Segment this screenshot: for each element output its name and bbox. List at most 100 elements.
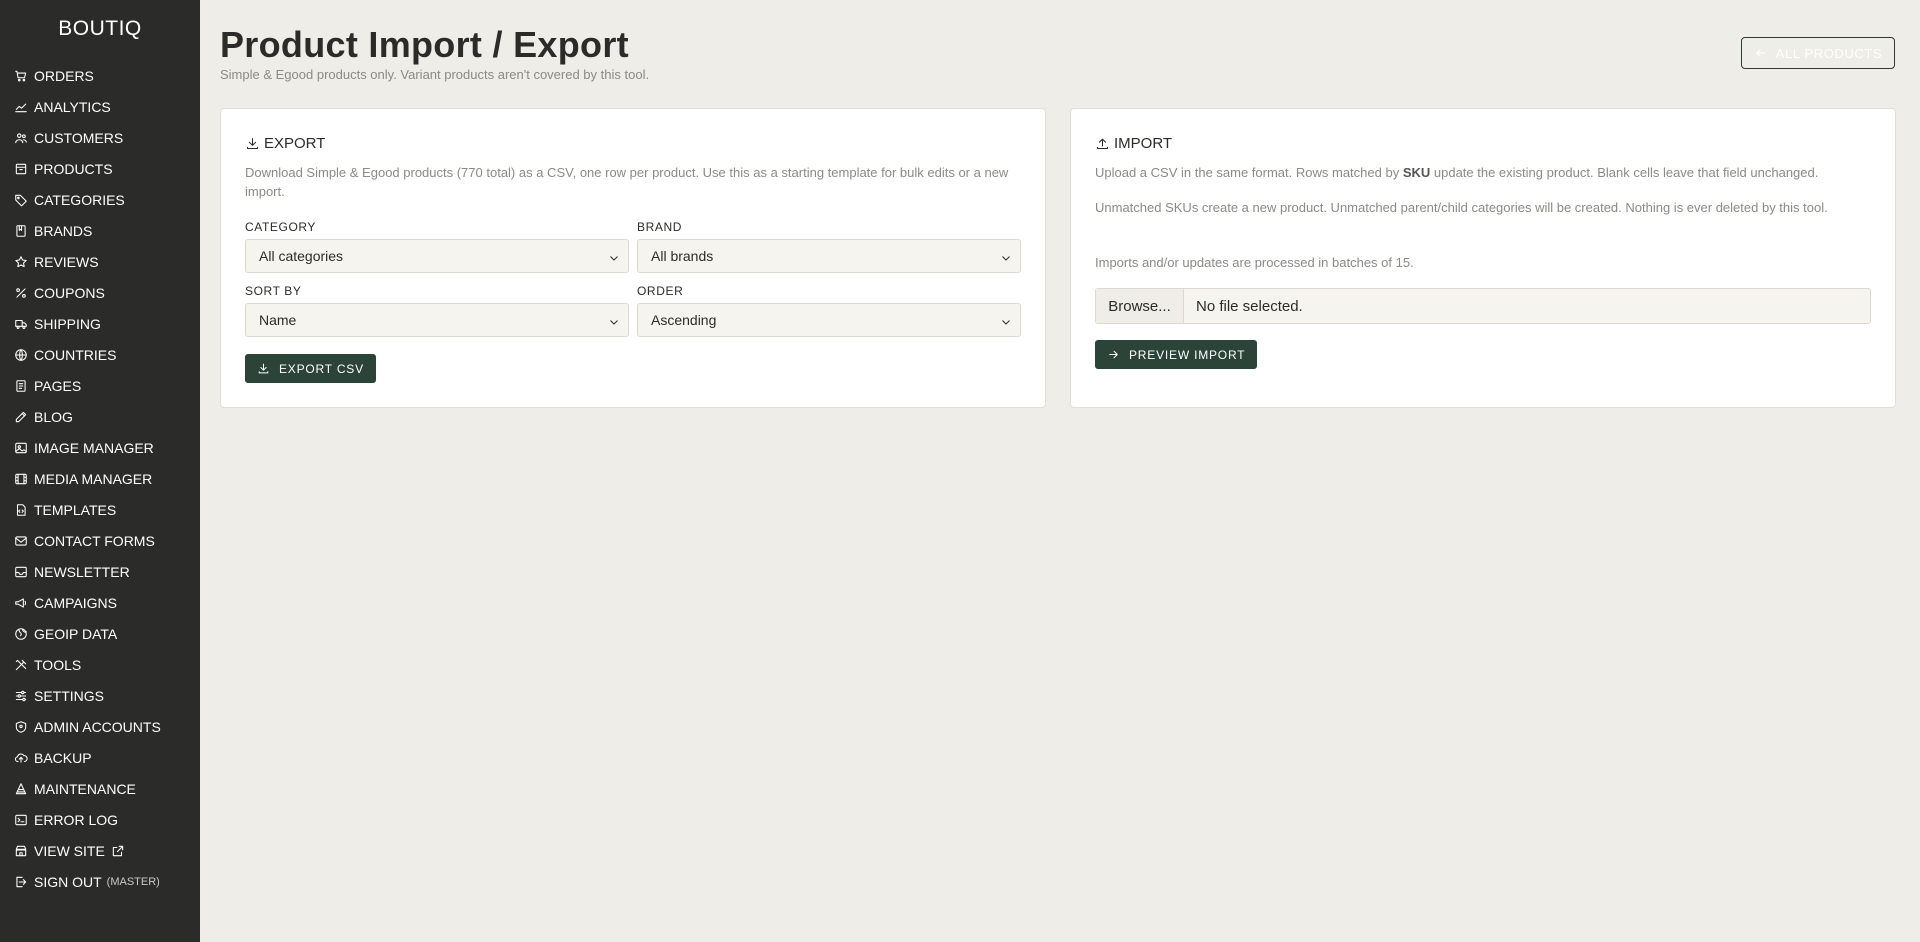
order-select-value: Ascending	[651, 312, 717, 328]
page-title: Product Import / Export	[220, 24, 629, 65]
sidebar-item-sign-out[interactable]: SIGN OUT (MASTER)	[0, 866, 200, 897]
import-description-3: Imports and/or updates are processed in …	[1095, 255, 1414, 270]
export-description: Download Simple & Egood products (770 to…	[245, 165, 1009, 199]
category-label: CATEGORY	[245, 220, 317, 234]
sidebar-item-settings[interactable]: SETTINGS	[0, 680, 200, 711]
preview-import-label: PREVIEW IMPORT	[1129, 347, 1246, 362]
arrow-left-icon	[1755, 49, 1765, 57]
import-desc1-pre: Upload a CSV in the same format. Rows ma…	[1095, 165, 1403, 180]
cone-icon	[14, 782, 28, 796]
sidebar-item-contact-forms[interactable]: CONTACT FORMS	[0, 525, 200, 556]
download-icon	[247, 138, 258, 149]
sidebar-item-label: COUNTRIES	[34, 346, 117, 363]
sidebar-item-label: MAINTENANCE	[34, 780, 136, 797]
file-status: No file selected.	[1196, 297, 1303, 315]
sidebar-item-label: ADMIN ACCOUNTS	[34, 718, 161, 735]
sidebar-item-label: COUPONS	[34, 284, 105, 301]
sidebar-item-label: CUSTOMERS	[34, 129, 124, 146]
order-select[interactable]: Ascending	[637, 303, 1021, 337]
sidebar-item-categories[interactable]: CATEGORIES	[0, 184, 200, 215]
export-heading: EXPORT	[245, 135, 325, 152]
sidebar-item-label: MEDIA MANAGER	[34, 470, 153, 487]
external-link-icon	[111, 844, 125, 858]
chevron-down-icon	[608, 315, 620, 327]
import-heading: IMPORT	[1095, 135, 1172, 152]
sidebar-item-label: GEOIP DATA	[34, 625, 118, 642]
brand-select-value: All brands	[651, 248, 714, 264]
cloud-upload-icon	[14, 751, 28, 765]
file-code-icon	[14, 503, 28, 517]
brand-label: BRAND	[637, 220, 683, 234]
mail-icon	[14, 534, 28, 548]
sidebar-item-pages[interactable]: PAGES	[0, 370, 200, 401]
export-csv-label: EXPORT CSV	[279, 361, 364, 376]
sidebar-item-coupons[interactable]: COUPONS	[0, 277, 200, 308]
category-select[interactable]: All categories	[245, 239, 629, 273]
sidebar-item-error-log[interactable]: ERROR LOG	[0, 804, 200, 835]
brand-select[interactable]: All brands	[637, 239, 1021, 273]
sidebar-item-label: ANALYTICS	[34, 98, 111, 115]
cart-icon	[14, 69, 28, 83]
shield-icon	[14, 720, 28, 734]
download-icon	[258, 363, 269, 374]
page-icon	[14, 379, 28, 393]
order-label: ORDER	[637, 284, 684, 298]
sidebar-item-countries[interactable]: COUNTRIES	[0, 339, 200, 370]
chevron-down-icon	[1000, 251, 1012, 263]
sidebar-item-label: SIGN OUT	[34, 873, 102, 890]
sidebar: BOUTIQ ORDERS ANALYTICS CUSTOMERS PRODUCTS C…	[0, 0, 200, 942]
arrow-right-icon	[1109, 350, 1118, 359]
import-description-2: Unmatched SKUs create a new product. Unm…	[1095, 200, 1828, 215]
film-icon	[14, 472, 28, 486]
sidebar-item-label: CONTACT FORMS	[34, 532, 155, 549]
sidebar-item-media-manager[interactable]: MEDIA MANAGER	[0, 463, 200, 494]
sidebar-item-customers[interactable]: CUSTOMERS	[0, 122, 200, 153]
percent-icon	[14, 286, 28, 300]
sidebar-item-brands[interactable]: BRANDS	[0, 215, 200, 246]
image-icon	[14, 441, 28, 455]
sidebar-item-maintenance[interactable]: MAINTENANCE	[0, 773, 200, 804]
sidebar-item-newsletter[interactable]: NEWSLETTER	[0, 556, 200, 587]
tag-icon	[14, 193, 28, 207]
sidebar-item-image-manager[interactable]: IMAGE MANAGER	[0, 432, 200, 463]
brand-logo[interactable]: BOUTIQ	[0, 0, 200, 58]
sign-out-icon	[14, 875, 28, 889]
sidebar-item-reviews[interactable]: REVIEWS	[0, 246, 200, 277]
sidebar-item-shipping[interactable]: SHIPPING	[0, 308, 200, 339]
sidebar-item-blog[interactable]: BLOG	[0, 401, 200, 432]
sidebar-item-label: VIEW SITE	[34, 842, 105, 859]
users-icon	[14, 131, 28, 145]
sidebar-item-campaigns[interactable]: CAMPAIGNS	[0, 587, 200, 618]
preview-import-button[interactable]: PREVIEW IMPORT	[1095, 340, 1258, 369]
import-panel: IMPORT Upload a CSV in the same format. …	[1070, 108, 1896, 408]
all-products-button[interactable]: ALL PRODUCTS	[1741, 37, 1895, 69]
sidebar-item-label: PRODUCTS	[34, 160, 113, 177]
chevron-down-icon	[608, 251, 620, 263]
sidebar-item-orders[interactable]: ORDERS	[0, 60, 200, 91]
tools-icon	[14, 658, 28, 672]
sidebar-item-label: BRANDS	[34, 222, 93, 239]
chevron-down-icon	[1000, 315, 1012, 327]
export-csv-button[interactable]: EXPORT CSV	[245, 354, 376, 383]
megaphone-icon	[14, 596, 28, 610]
sidebar-item-geoip-data[interactable]: GEOIP DATA	[0, 618, 200, 649]
star-icon	[14, 255, 28, 269]
truck-icon	[14, 317, 28, 331]
sidebar-item-tools[interactable]: TOOLS	[0, 649, 200, 680]
import-heading-label: IMPORT	[1114, 135, 1173, 152]
sidebar-item-backup[interactable]: BACKUP	[0, 742, 200, 773]
csv-file-input[interactable]: Browse... No file selected.	[1095, 288, 1871, 324]
sidebar-item-templates[interactable]: TEMPLATES	[0, 494, 200, 525]
store-icon	[14, 844, 28, 858]
sidebar-item-admin-accounts[interactable]: ADMIN ACCOUNTS	[0, 711, 200, 742]
sidebar-item-products[interactable]: PRODUCTS	[0, 153, 200, 184]
all-products-label: ALL PRODUCTS	[1775, 45, 1883, 61]
sort-by-label: SORT BY	[245, 284, 302, 298]
sort-by-select-value: Name	[259, 312, 297, 328]
sort-by-select[interactable]: Name	[245, 303, 629, 337]
sidebar-item-view-site[interactable]: VIEW SITE	[0, 835, 200, 866]
browse-button[interactable]: Browse...	[1096, 289, 1184, 323]
sidebar-item-analytics[interactable]: ANALYTICS	[0, 91, 200, 122]
category-select-value: All categories	[259, 248, 344, 264]
export-panel: EXPORT Download Simple & Egood products …	[220, 108, 1046, 408]
